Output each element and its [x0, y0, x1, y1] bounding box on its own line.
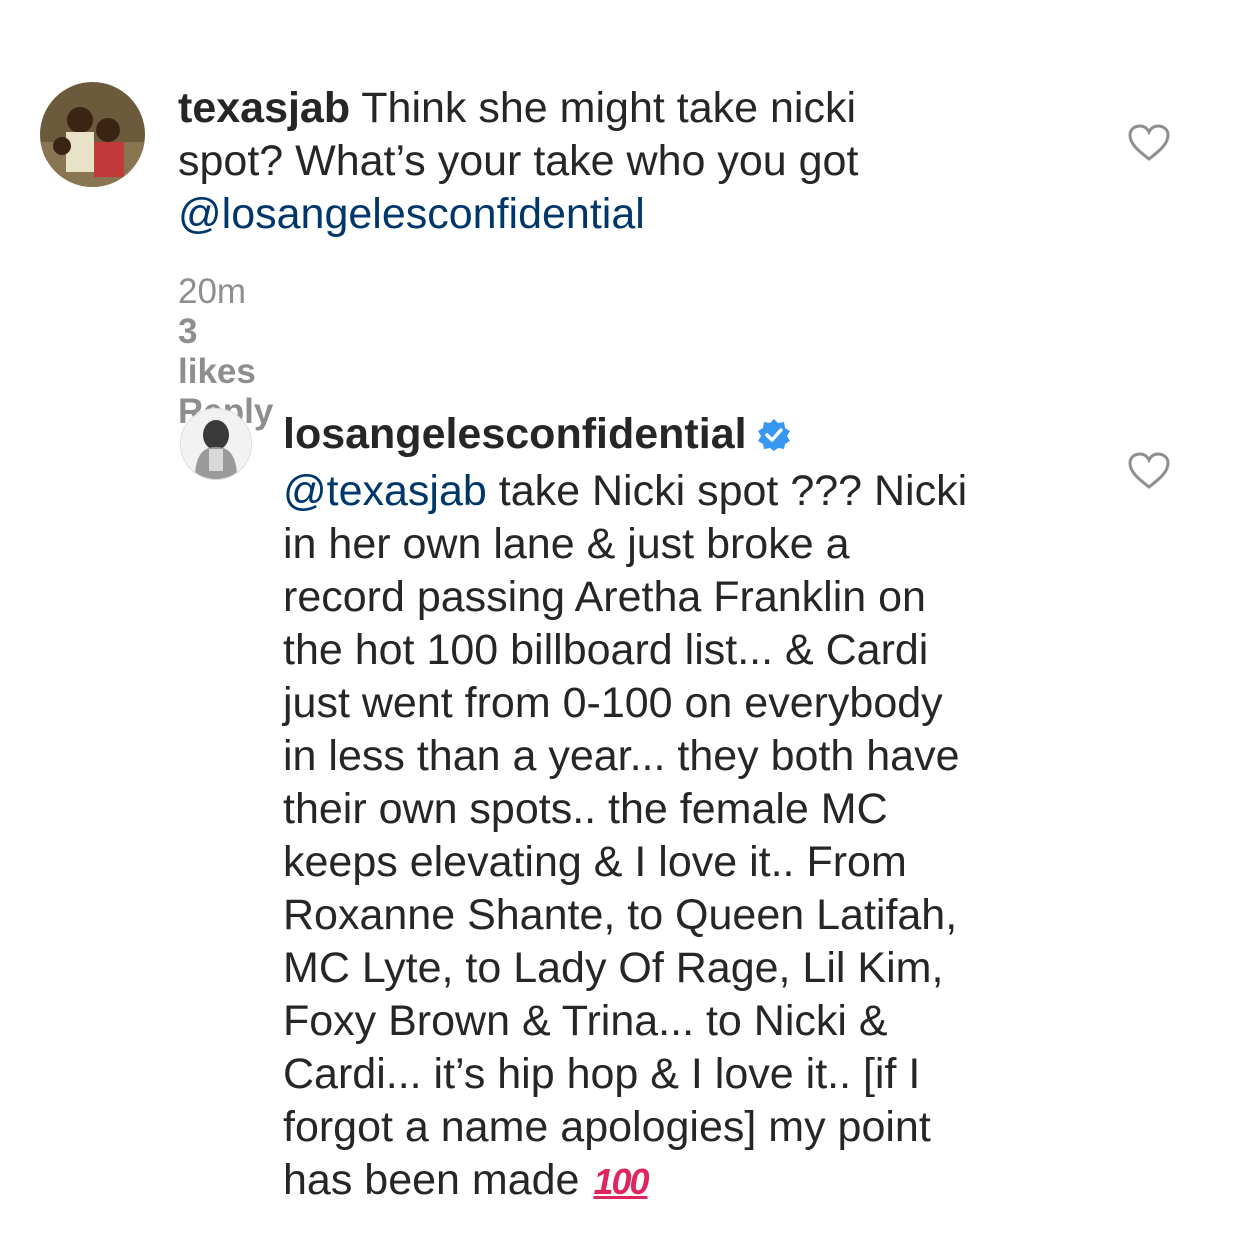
comment-line: Think she might take nicki — [361, 84, 856, 132]
comment-line: forgot a name apologies] my point — [283, 1103, 931, 1151]
comment-line: their own spots.. the female MC — [283, 785, 888, 833]
avatar-photo-icon — [181, 409, 251, 479]
timestamp: 20m — [178, 272, 247, 311]
avatar[interactable] — [40, 82, 145, 187]
comment-text: losangelesconfidential @texasjab take Ni… — [283, 408, 1063, 1208]
comment-line: spot? What’s your take who you got — [178, 137, 859, 185]
comment-line: in less than a year... they both have — [283, 732, 960, 780]
comment-line: in her own lane & just broke a — [283, 520, 850, 568]
comment-line: Roxanne Shante, to Queen Latifah, — [283, 891, 958, 939]
comment-line: record passing Aretha Franklin on — [283, 573, 926, 621]
heart-icon[interactable] — [1128, 124, 1170, 167]
comment-line: just went from 0-100 on everybody — [283, 679, 943, 727]
comment-line: has been made — [283, 1156, 580, 1204]
mention-link[interactable]: @texasjab — [283, 467, 487, 515]
username[interactable]: losangelesconfidential — [283, 410, 747, 458]
comment-line: the hot 100 billboard list... & Cardi — [283, 626, 929, 674]
username[interactable]: texasjab — [178, 84, 350, 132]
avatar-photo-icon — [40, 82, 145, 187]
likes-count[interactable]: 3 likes — [178, 312, 273, 392]
mention-link[interactable]: @losangelesconfidential — [178, 190, 645, 238]
heart-icon[interactable] — [1128, 452, 1170, 495]
verified-badge-icon — [757, 412, 791, 465]
comment-line: keeps elevating & I love it.. From — [283, 838, 907, 886]
comment-line: MC Lyte, to Lady Of Rage, Lil Kim, — [283, 944, 944, 992]
comment-line: take Nicki spot ??? Nicki — [498, 467, 968, 515]
hundred-points-emoji: 100 — [593, 1161, 649, 1202]
avatar[interactable] — [180, 408, 252, 480]
comment-text: texasjab Think she might take nicki spot… — [178, 82, 1078, 241]
comment-line: Foxy Brown & Trina... to Nicki & — [283, 997, 888, 1045]
comment-line: Cardi... it’s hip hop & I love it.. [if … — [283, 1050, 921, 1098]
